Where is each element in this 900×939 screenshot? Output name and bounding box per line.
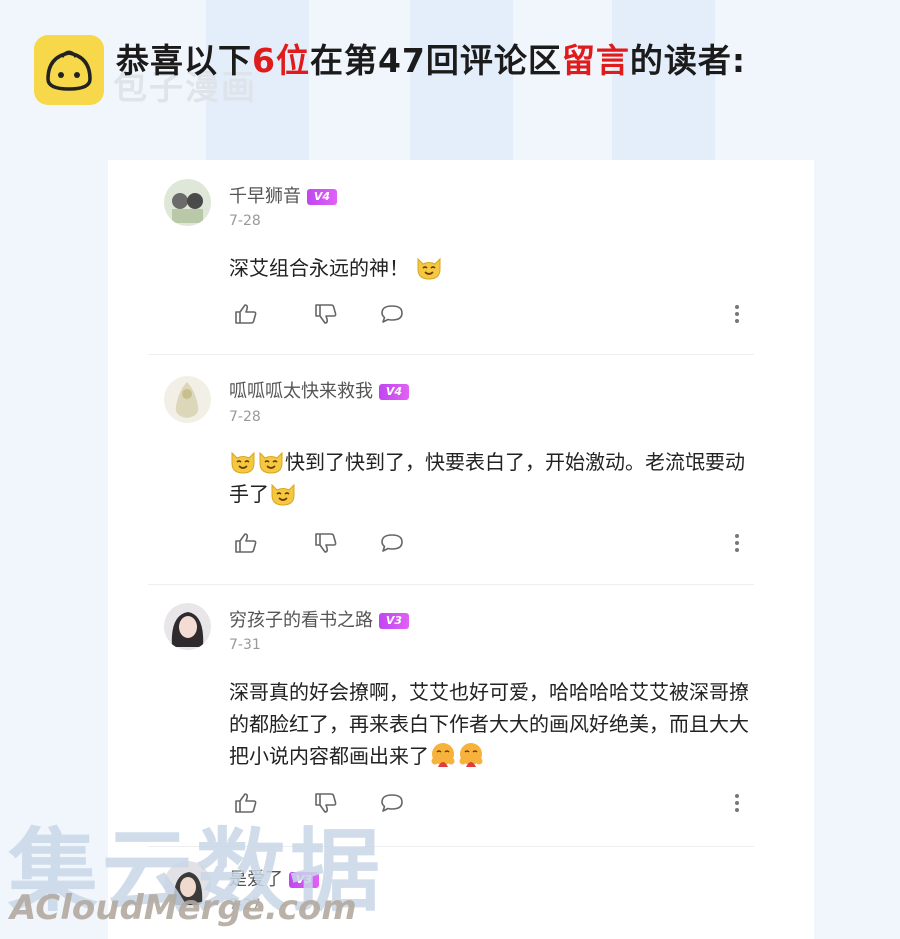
- divider: [148, 584, 754, 585]
- vip-level-badge: V4: [307, 189, 337, 205]
- avatar[interactable]: [164, 603, 211, 650]
- comment-actions: [229, 302, 749, 326]
- more-vertical-icon[interactable]: [725, 531, 749, 555]
- username[interactable]: 呱呱呱太快来救我 V4: [229, 377, 409, 403]
- more-vertical-icon[interactable]: [725, 302, 749, 326]
- comment-text: 快到了快到了，快要表白了，开始激动。老流氓要动手了: [229, 446, 749, 510]
- bun-logo-icon: [34, 35, 104, 105]
- thumbs-down-icon[interactable]: [313, 302, 339, 326]
- divider: [148, 354, 754, 355]
- comment-date: 7-28: [229, 409, 261, 425]
- username[interactable]: 千早狮音 V4: [229, 182, 337, 208]
- banner-text: 恭喜以下: [116, 41, 252, 80]
- comment-date: 7-28: [229, 213, 261, 229]
- watermark-english: ACloudMerge.com: [10, 888, 357, 928]
- banner-count: 6位: [252, 41, 310, 80]
- comment-text: 深哥真的好会撩啊，艾艾也好可爱，哈哈哈哈艾艾被深哥撩的都脸红了，再来表白下作者大…: [229, 676, 749, 772]
- cat-face-emoji: [417, 257, 441, 280]
- username-text: 穷孩子的看书之路: [229, 610, 373, 631]
- username[interactable]: 穷孩子的看书之路 V3: [229, 606, 409, 632]
- cat-face-emoji: [231, 451, 255, 474]
- banner-highlight: 留言: [561, 41, 630, 80]
- comment-text-body: 快到了快到了，快要表白了，开始激动。老流氓要动手了: [229, 450, 745, 506]
- cat-face-emoji: [271, 483, 295, 506]
- username-text: 千早狮音: [229, 186, 301, 207]
- more-vertical-icon[interactable]: [725, 791, 749, 815]
- comment-text-body: 深艾组合永远的神！: [229, 256, 409, 280]
- comment-text-body: 深哥真的好会撩啊，艾艾也好可爱，哈哈哈哈艾艾被深哥撩的都脸红了，再来表白下作者大…: [229, 680, 749, 768]
- username-text: 呱呱呱太快来救我: [229, 381, 373, 402]
- comment-bubble-icon[interactable]: [379, 531, 405, 555]
- comment-date: 7-31: [229, 637, 261, 653]
- vip-level-badge: V4: [379, 384, 409, 400]
- hugging-face-emoji: [431, 743, 455, 767]
- thumbs-down-icon[interactable]: [313, 531, 339, 555]
- banner-text: 的读者:: [629, 41, 747, 80]
- avatar[interactable]: [164, 376, 211, 423]
- banner-text: 在第47回评论区: [309, 41, 562, 80]
- thumbs-up-icon[interactable]: [233, 302, 259, 326]
- hugging-face-emoji: [459, 743, 483, 767]
- avatar[interactable]: [164, 179, 211, 226]
- cat-face-emoji: [259, 451, 283, 474]
- thumbs-up-icon[interactable]: [233, 531, 259, 555]
- comment-text: 深艾组合永远的神！: [229, 252, 749, 284]
- comment-actions: [229, 531, 749, 555]
- congrats-banner: 恭喜以下6位在第47回评论区留言的读者:: [116, 34, 746, 82]
- vip-level-badge: V3: [379, 613, 409, 629]
- comment-bubble-icon[interactable]: [379, 302, 405, 326]
